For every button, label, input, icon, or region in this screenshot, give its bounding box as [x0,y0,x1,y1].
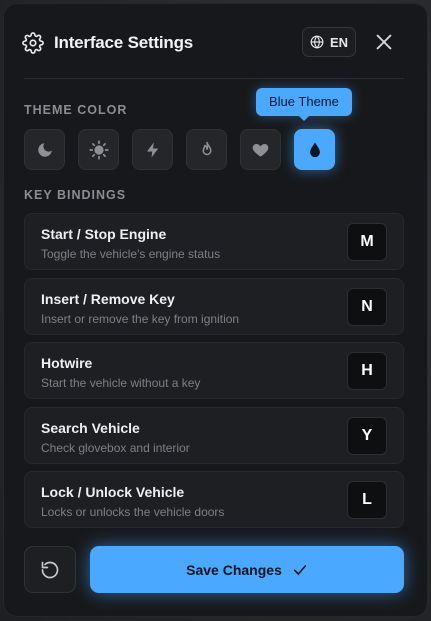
binding-key-button[interactable]: L [347,481,387,519]
binding-description: Check glovebox and interior [41,440,190,455]
panel-header: Interface Settings EN [3,3,428,81]
binding-lock-unlock-vehicle: Lock / Unlock Vehicle Locks or unlocks t… [24,471,404,528]
theme-tooltip: Blue Theme [256,88,352,121]
binding-description: Start the vehicle without a key [41,376,201,390]
binding-name: Search Vehicle [41,419,140,436]
binding-key-button[interactable]: H [347,352,387,390]
globe-icon [310,35,324,49]
lightning-icon [146,142,158,157]
sun-icon [88,139,109,160]
binding-description: Toggle the vehicle's engine status [41,247,221,261]
binding-insert-remove-key: Insert / Remove Key Insert or remove the… [24,277,404,335]
binding-key-button[interactable]: M [347,223,387,261]
theme-droplet-button[interactable] [294,129,335,170]
gear-icon [22,32,44,54]
save-changes-button[interactable]: Save Changes [90,546,404,593]
binding-hotwire: Hotwire Start the vehicle without a key … [24,342,404,399]
theme-moon-button[interactable] [24,129,65,170]
binding-key-button[interactable]: N [347,287,387,326]
theme-section-label: THEME COLOR [24,103,128,117]
theme-options [24,129,335,170]
bindings-section-label: KEY BINDINGS [24,188,127,202]
binding-description: Insert or remove the key from ignition [41,311,240,326]
binding-name: Insert / Remove Key [41,290,175,307]
binding-description: Locks or unlocks the vehicle doors [41,505,225,519]
header-divider [24,78,404,79]
binding-start-stop-engine: Start / Stop Engine Toggle the vehicle's… [24,213,404,270]
check-icon [293,564,306,575]
reset-icon [41,561,59,578]
binding-name: Hotwire [41,355,93,371]
binding-name: Start / Stop Engine [41,226,167,242]
binding-search-vehicle: Search Vehicle Check glovebox and interi… [24,406,404,464]
droplet-icon [309,142,320,157]
key-bindings-list: Start / Stop Engine Toggle the vehicle's… [24,213,404,536]
language-label: EN [329,34,349,50]
theme-fire-button[interactable] [186,129,227,170]
theme-lightning-button[interactable] [132,129,173,170]
settings-panel: Interface Settings EN THEME COLOR Blue T… [3,3,428,617]
save-button-label: Save Changes [186,561,282,578]
fire-icon [202,141,211,155]
binding-name: Lock / Unlock Vehicle [41,484,185,500]
reset-button[interactable] [24,546,76,593]
panel-title: Interface Settings [54,33,194,52]
theme-heart-button[interactable] [240,129,281,170]
close-icon[interactable] [373,31,395,53]
theme-sun-button[interactable] [78,129,119,170]
heart-icon [252,143,269,157]
binding-key-button[interactable]: Y [347,416,387,455]
moon-icon [37,142,52,157]
language-button[interactable]: EN [302,27,356,57]
